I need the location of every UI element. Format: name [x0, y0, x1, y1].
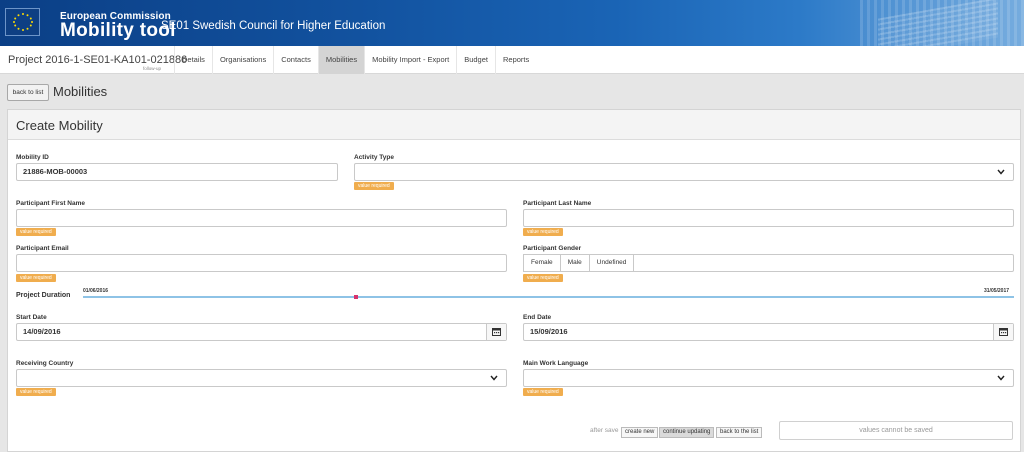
calendar-icon: [492, 328, 501, 336]
required-badge: value required: [523, 274, 563, 282]
project-duration-label: Project Duration: [16, 292, 71, 299]
tab-organisations[interactable]: Organisations: [211, 46, 273, 74]
activity-type-label: Activity Type: [354, 154, 394, 161]
first-name-label: Participant First Name: [16, 200, 85, 207]
building-photo: [860, 0, 1024, 46]
end-date-input[interactable]: 15/09/2016: [523, 323, 1014, 341]
panel-title: Create Mobility: [16, 118, 103, 133]
work-language-label: Main Work Language: [523, 360, 589, 367]
duration-timeline: [83, 296, 1014, 298]
chevron-down-icon: [997, 169, 1005, 175]
eu-flag-logo: [5, 8, 40, 36]
activity-type-select[interactable]: [354, 163, 1014, 181]
last-name-input[interactable]: [523, 209, 1014, 227]
page-title: Mobilities: [53, 84, 108, 99]
end-date-calendar-button[interactable]: [993, 324, 1013, 340]
back-to-list-button[interactable]: back to list: [7, 84, 49, 101]
gender-undefined-button[interactable]: Undefined: [588, 254, 635, 272]
calendar-icon: [999, 328, 1008, 336]
email-input[interactable]: [16, 254, 507, 272]
required-badge: value required: [354, 182, 394, 190]
tab-reports[interactable]: Reports: [494, 46, 536, 74]
tab-details[interactable]: Details: [174, 46, 212, 74]
back-to-the-list-button[interactable]: back to the list: [716, 427, 763, 438]
app-title: Mobility tool: [60, 20, 176, 41]
after-save-label: after save: [590, 427, 619, 434]
project-nav-bar: Project 2016-1-SE01-KA101-021886 follow-…: [0, 46, 1024, 74]
required-badge: value required: [16, 388, 56, 396]
work-language-select[interactable]: [523, 369, 1014, 387]
required-badge: value required: [523, 228, 563, 236]
email-label: Participant Email: [16, 245, 69, 252]
last-name-label: Participant Last Name: [523, 200, 592, 207]
gender-male-button[interactable]: Male: [559, 254, 590, 272]
chevron-down-icon: [997, 375, 1005, 381]
header-banner: European Commission Mobility tool SE01 S…: [0, 0, 1024, 46]
required-badge: value required: [16, 274, 56, 282]
start-date-input[interactable]: 14/09/2016: [16, 323, 507, 341]
mobility-id-input[interactable]: 21886-MOB-00003: [16, 163, 338, 181]
create-mobility-panel: Create Mobility: [7, 109, 1021, 452]
mobility-id-label: Mobility ID: [16, 154, 49, 161]
save-status-message: values cannot be saved: [779, 421, 1013, 440]
duration-end-date: 31/05/2017: [984, 288, 1010, 294]
project-tabs: Details Organisations Contacts Mobilitie…: [174, 46, 536, 74]
tab-mobility-import-export[interactable]: Mobility Import - Export: [364, 46, 456, 74]
receiving-country-label: Receiving Country: [16, 360, 74, 367]
project-subtitle: follow-up: [143, 66, 162, 71]
end-date-label: End Date: [523, 314, 552, 321]
timeline-marker: [354, 295, 358, 299]
end-date-value: 15/09/2016: [530, 327, 568, 336]
required-badge: value required: [16, 228, 56, 236]
first-name-input[interactable]: [16, 209, 507, 227]
organisation-name: SE01 Swedish Council for Higher Educatio…: [161, 20, 386, 32]
receiving-country-select[interactable]: [16, 369, 507, 387]
chevron-down-icon: [490, 375, 498, 381]
gender-toggle: Female Male Undefined: [523, 254, 635, 272]
start-date-calendar-button[interactable]: [486, 324, 506, 340]
start-date-value: 14/09/2016: [23, 327, 61, 336]
gender-label: Participant Gender: [523, 245, 582, 252]
duration-start-date: 01/06/2016: [83, 288, 109, 294]
tab-budget[interactable]: Budget: [456, 46, 495, 74]
required-badge: value required: [523, 388, 563, 396]
gender-female-button[interactable]: Female: [523, 254, 561, 272]
project-title: Project 2016-1-SE01-KA101-021886: [8, 54, 188, 66]
tab-contacts[interactable]: Contacts: [273, 46, 318, 74]
tab-mobilities[interactable]: Mobilities: [317, 46, 365, 74]
start-date-label: Start Date: [16, 314, 47, 321]
create-new-button[interactable]: create new: [621, 427, 659, 438]
continue-updating-button[interactable]: continue updating: [659, 427, 715, 438]
panel-header: Create Mobility: [8, 110, 1020, 140]
